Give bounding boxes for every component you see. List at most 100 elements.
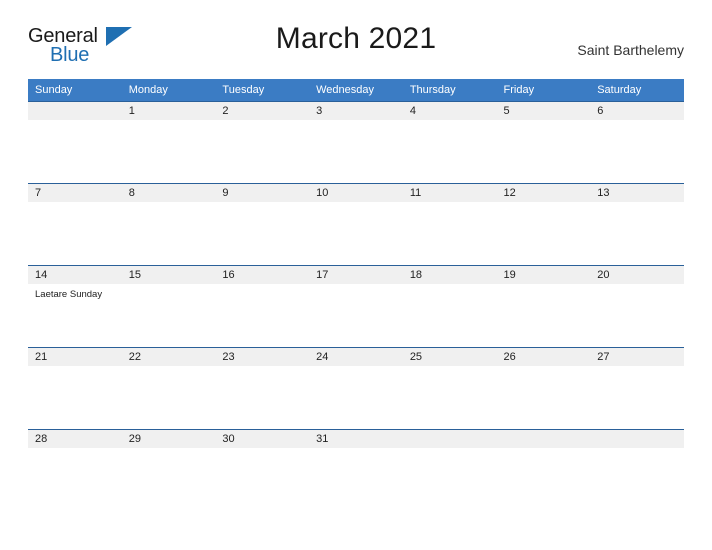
day-event	[403, 448, 497, 453]
day-number	[28, 102, 122, 120]
location-label: Saint Barthelemy	[577, 42, 684, 58]
weekday-header-monday: Monday	[121, 79, 216, 102]
day-event	[215, 202, 309, 207]
day-number: 18	[402, 266, 497, 284]
day-event	[215, 120, 309, 125]
day-event	[215, 284, 309, 289]
page-header: General Blue March 2021 Saint Barthelemy	[28, 22, 684, 70]
calendar-day-cell[interactable]	[590, 429, 684, 511]
calendar-day-cell[interactable]: 29	[121, 429, 216, 511]
calendar-day-cell[interactable]: 27	[590, 347, 684, 430]
calendar-day-cell[interactable]: 25	[402, 347, 497, 430]
calendar-day-cell[interactable]: 1	[121, 101, 216, 184]
calendar-day-cell[interactable]: 16	[215, 265, 310, 348]
day-number: 12	[496, 184, 591, 202]
calendar-week-row: 1 2 3 4 5 6	[28, 101, 684, 184]
day-event	[309, 202, 403, 207]
day-number: 14	[28, 266, 122, 284]
day-event: Laetare Sunday	[35, 289, 103, 300]
calendar-day-cell[interactable]: 13	[590, 183, 684, 266]
day-number: 5	[496, 102, 591, 120]
day-number	[402, 430, 497, 448]
calendar-week-row: 28 29 30 31	[28, 429, 684, 511]
calendar-day-cell[interactable]: 21	[28, 347, 122, 430]
weekday-header-sunday: Sunday	[28, 79, 122, 102]
calendar-day-cell[interactable]: 24	[309, 347, 403, 430]
day-number: 3	[309, 102, 403, 120]
day-number: 6	[590, 102, 684, 120]
calendar-day-cell[interactable]: 23	[215, 347, 310, 430]
calendar-day-cell[interactable]: 31	[309, 429, 403, 511]
day-number	[496, 430, 591, 448]
day-number: 9	[215, 184, 310, 202]
calendar-day-cell[interactable]: 17	[309, 265, 403, 348]
day-event	[590, 448, 684, 453]
day-number: 27	[590, 348, 684, 366]
day-event	[28, 448, 122, 453]
day-event	[215, 448, 309, 453]
calendar-day-cell[interactable]: 10	[309, 183, 403, 266]
calendar-day-cell[interactable]: 20	[590, 265, 684, 348]
day-event	[309, 120, 403, 125]
weekday-header-thursday: Thursday	[402, 79, 497, 102]
calendar-day-cell[interactable]: 8	[121, 183, 216, 266]
day-number: 26	[496, 348, 591, 366]
calendar-week-row: 7 8 9 10 11 12 13	[28, 183, 684, 266]
day-event	[403, 120, 497, 125]
day-number: 17	[309, 266, 403, 284]
day-number: 24	[309, 348, 403, 366]
calendar-header-row: Sunday Monday Tuesday Wednesday Thursday…	[28, 79, 684, 102]
day-number: 21	[28, 348, 122, 366]
calendar-day-cell[interactable]: 19	[496, 265, 591, 348]
calendar-day-cell[interactable]: 15	[121, 265, 216, 348]
calendar-day-cell[interactable]: 5	[496, 101, 591, 184]
calendar-day-cell[interactable]	[28, 101, 122, 184]
day-number: 4	[402, 102, 497, 120]
weekday-header-tuesday: Tuesday	[215, 79, 310, 102]
day-event	[497, 284, 591, 289]
day-number: 1	[121, 102, 216, 120]
day-event	[122, 284, 216, 289]
day-number: 10	[309, 184, 403, 202]
calendar-day-cell[interactable]: 6	[590, 101, 684, 184]
calendar-day-cell[interactable]: 12	[496, 183, 591, 266]
calendar-day-cell[interactable]	[496, 429, 591, 511]
calendar-table: Sunday Monday Tuesday Wednesday Thursday…	[28, 79, 684, 511]
weekday-header-saturday: Saturday	[590, 79, 684, 102]
day-number: 22	[121, 348, 216, 366]
day-number: 13	[590, 184, 684, 202]
calendar-week-row: 14 Laetare Sunday 15 16 17 18 19 20	[28, 265, 684, 348]
calendar-day-cell[interactable]: 11	[402, 183, 497, 266]
day-number: 20	[590, 266, 684, 284]
calendar-day-cell[interactable]: 7	[28, 183, 122, 266]
calendar-day-cell[interactable]: 18	[402, 265, 497, 348]
calendar-day-cell[interactable]: 4	[402, 101, 497, 184]
day-event	[215, 366, 309, 371]
day-event	[497, 120, 591, 125]
day-event	[309, 284, 403, 289]
day-number: 23	[215, 348, 310, 366]
day-event	[590, 202, 684, 207]
day-event	[122, 366, 216, 371]
calendar-day-cell[interactable]: 22	[121, 347, 216, 430]
calendar-page: General Blue March 2021 Saint Barthelemy…	[0, 0, 712, 550]
day-event	[122, 202, 216, 207]
day-number: 19	[496, 266, 591, 284]
calendar-day-cell[interactable]: 30	[215, 429, 310, 511]
day-event	[497, 366, 591, 371]
day-number: 30	[215, 430, 310, 448]
calendar-day-cell[interactable]: 2	[215, 101, 310, 184]
calendar-day-cell[interactable]: 28	[28, 429, 122, 511]
calendar-body: 1 2 3 4 5 6 7 8 9 10 11 12 13 14 Laetare …	[28, 101, 684, 511]
calendar-day-cell[interactable]: 9	[215, 183, 310, 266]
day-event	[309, 366, 403, 371]
day-event	[122, 120, 216, 125]
day-number: 28	[28, 430, 122, 448]
calendar-day-cell[interactable]: 14 Laetare Sunday	[28, 265, 122, 348]
calendar-day-cell[interactable]: 26	[496, 347, 591, 430]
weekday-header-friday: Friday	[496, 79, 591, 102]
calendar-day-cell[interactable]	[402, 429, 497, 511]
calendar-day-cell[interactable]: 3	[309, 101, 403, 184]
weekday-header-wednesday: Wednesday	[309, 79, 403, 102]
day-number: 16	[215, 266, 310, 284]
